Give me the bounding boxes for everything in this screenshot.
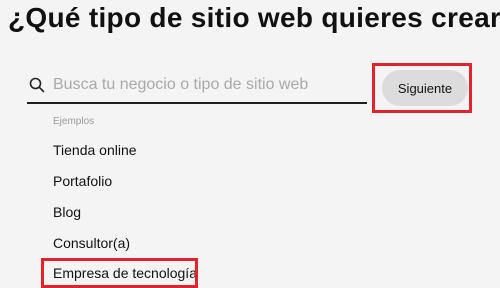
page-title: ¿Qué tipo de sitio web quieres crear? [8, 2, 500, 33]
example-item-consultant[interactable]: Consultor(a) [53, 235, 130, 251]
example-item-blog[interactable]: Blog [53, 204, 81, 220]
next-button[interactable]: Siguiente [382, 70, 468, 106]
example-item-portfolio[interactable]: Portafolio [53, 173, 112, 189]
search-icon [29, 77, 45, 93]
tech-company-highlight [41, 258, 198, 288]
examples-label: Ejemplos [53, 116, 95, 127]
search-bar [27, 70, 367, 104]
example-item-online-store[interactable]: Tienda online [53, 142, 137, 158]
search-input[interactable] [53, 72, 363, 98]
